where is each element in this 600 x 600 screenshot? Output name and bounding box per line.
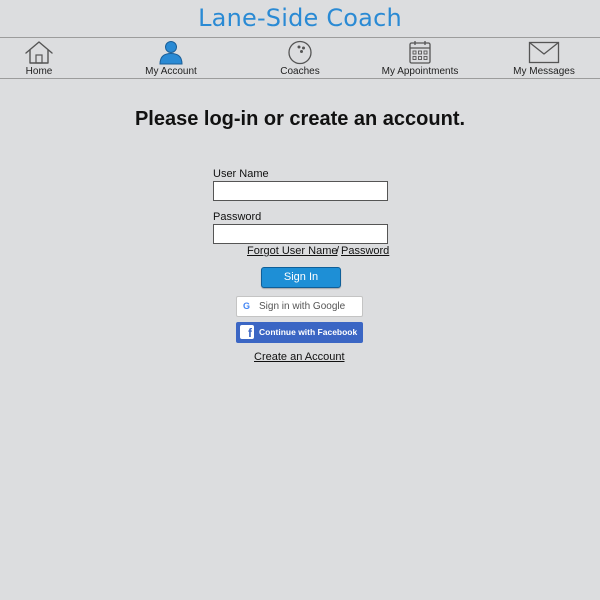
sign-in-button[interactable]: Sign In xyxy=(261,267,341,288)
google-sign-in-button[interactable]: G Sign in with Google xyxy=(236,296,363,317)
forgot-separator: / xyxy=(336,245,340,257)
forgot-password-link[interactable]: Password xyxy=(341,245,389,257)
calendar-icon xyxy=(404,40,436,65)
page-title: Please log-in or create an account. xyxy=(134,108,466,130)
nav-label-home: Home xyxy=(25,66,53,77)
google-icon: G xyxy=(243,301,251,311)
username-input[interactable] xyxy=(213,181,388,201)
nav-label-my-appointments: My Appointments xyxy=(381,66,459,77)
facebook-continue-label: Continue with Facebook xyxy=(259,327,358,337)
nav-bar: Home My Account Coaches My Appointments … xyxy=(0,37,600,79)
nav-item-my-appointments[interactable]: My Appointments xyxy=(365,38,475,78)
password-label: Password xyxy=(213,211,262,223)
nav-item-my-account[interactable]: My Account xyxy=(116,38,226,78)
username-label: User Name xyxy=(213,168,269,180)
bowling-ball-icon xyxy=(284,40,316,65)
google-sign-in-label: Sign in with Google xyxy=(259,301,346,312)
nav-label-my-account: My Account xyxy=(145,66,197,77)
envelope-icon xyxy=(528,40,560,65)
nav-item-coaches[interactable]: Coaches xyxy=(245,38,355,78)
create-account-link[interactable]: Create an Account xyxy=(254,351,345,363)
nav-label-my-messages: My Messages xyxy=(513,66,575,77)
facebook-icon: f xyxy=(240,325,254,339)
forgot-username-link[interactable]: Forgot User Name xyxy=(247,245,337,257)
user-icon xyxy=(155,40,187,65)
nav-item-home[interactable]: Home xyxy=(0,38,94,78)
app-title: Lane-Side Coach xyxy=(198,4,402,32)
password-input[interactable] xyxy=(213,224,388,244)
nav-item-my-messages[interactable]: My Messages xyxy=(489,38,599,78)
facebook-continue-button[interactable]: f Continue with Facebook xyxy=(236,322,363,343)
nav-label-coaches: Coaches xyxy=(280,66,320,77)
home-icon xyxy=(23,40,55,65)
